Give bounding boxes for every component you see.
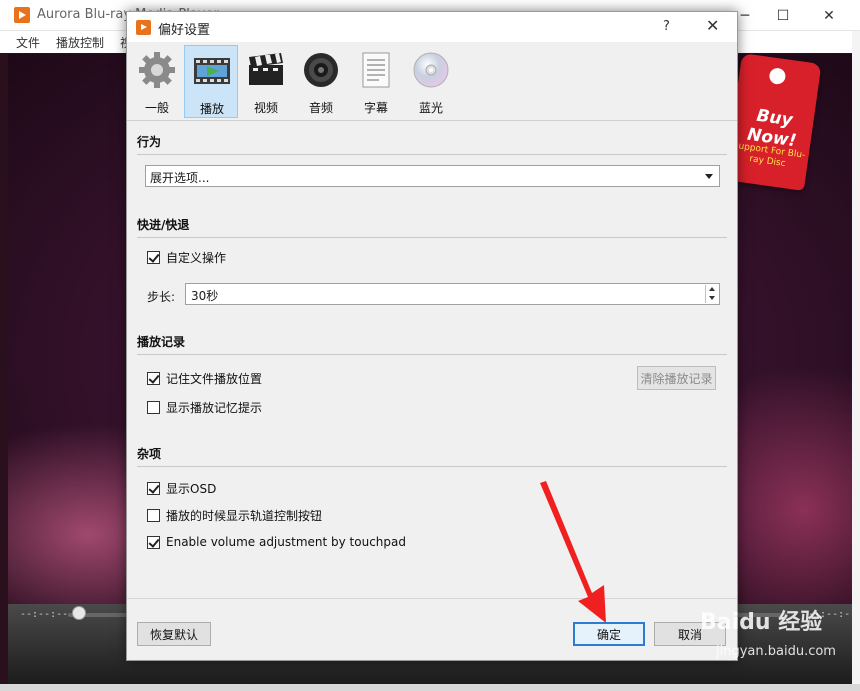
ok-button[interactable]: 确定 xyxy=(573,622,645,646)
show-hint-checkbox-row[interactable]: 显示播放记忆提示 xyxy=(147,398,262,416)
dialog-app-icon xyxy=(136,20,151,35)
checkbox-label: 显示播放记忆提示 xyxy=(166,400,263,415)
preferences-dialog: 偏好设置 ? ✕ 一般 播放 视频 音频 字幕 蓝光 行为 展开选项... 快进… xyxy=(126,11,738,661)
tab-bluray[interactable]: 蓝光 xyxy=(404,45,458,118)
taskbar-strip xyxy=(0,684,860,691)
section-divider xyxy=(137,466,727,467)
menu-file[interactable]: 文件 xyxy=(16,34,40,51)
section-heading-seek: 快进/快退 xyxy=(137,218,190,232)
dialog-title: 偏好设置 xyxy=(158,23,211,38)
track-controls-checkbox[interactable] xyxy=(147,508,160,522)
disc-icon xyxy=(413,52,449,88)
tab-label: 一般 xyxy=(144,101,169,115)
tag-hole xyxy=(768,67,787,86)
app-logo-icon xyxy=(14,7,30,23)
stepper-buttons[interactable] xyxy=(705,285,718,303)
tab-label: 音频 xyxy=(308,101,333,115)
tab-label: 字幕 xyxy=(363,101,388,115)
checkbox-label: Enable volume adjustment by touchpad xyxy=(166,535,406,549)
checkbox-label: 记住文件播放位置 xyxy=(166,371,263,386)
clear-history-button[interactable]: 清除播放记录 xyxy=(637,366,716,390)
speaker-icon xyxy=(304,53,338,87)
touchpad-volume-checkbox-row[interactable]: Enable volume adjustment by touchpad xyxy=(147,533,406,551)
total-time: --:--:-- xyxy=(808,609,851,631)
tab-general[interactable]: 一般 xyxy=(130,45,184,118)
seek-knob[interactable] xyxy=(72,606,86,620)
remember-position-checkbox-row[interactable]: 记住文件播放位置 xyxy=(147,369,262,387)
cancel-button[interactable]: 取消 xyxy=(654,622,726,646)
chevron-up-icon[interactable] xyxy=(709,287,715,291)
elapsed-time: --:--:-- xyxy=(20,609,69,620)
custom-operation-checkbox-row[interactable]: 自定义操作 xyxy=(147,248,226,266)
checkbox-label: 显示OSD xyxy=(166,481,217,496)
tab-subtitles[interactable]: 字幕 xyxy=(349,45,403,118)
clapperboard-icon xyxy=(249,53,283,85)
tab-video[interactable]: 视频 xyxy=(239,45,293,118)
reset-defaults-button[interactable]: 恢复默认 xyxy=(137,622,211,646)
section-heading-history: 播放记录 xyxy=(137,335,186,349)
custom-operation-checkbox[interactable] xyxy=(147,250,160,264)
tab-playback[interactable]: 播放 xyxy=(184,45,238,118)
dialog-footer: 恢复默认 确定 取消 xyxy=(127,598,737,660)
remember-position-checkbox[interactable] xyxy=(147,371,160,385)
gear-icon xyxy=(139,52,175,88)
close-button[interactable]: ✕ xyxy=(806,0,852,31)
document-icon xyxy=(362,52,390,88)
tab-label: 视频 xyxy=(253,101,278,115)
section-heading-behavior: 行为 xyxy=(137,135,162,149)
checkbox-label: 自定义操作 xyxy=(166,250,227,265)
tab-label: 播放 xyxy=(199,102,224,116)
section-divider xyxy=(137,154,727,155)
settings-content: 行为 展开选项... 快进/快退 自定义操作 步长: 30秒 播放记录 记住文件… xyxy=(127,120,737,598)
tab-label: 蓝光 xyxy=(418,101,443,115)
film-play-icon xyxy=(194,58,230,84)
section-divider xyxy=(137,237,727,238)
chevron-down-icon[interactable] xyxy=(709,296,715,300)
show-hint-checkbox[interactable] xyxy=(147,400,160,414)
chevron-down-icon xyxy=(705,174,713,179)
menu-playback[interactable]: 播放控制 xyxy=(56,34,104,51)
touchpad-volume-checkbox[interactable] xyxy=(147,535,160,549)
step-label: 步长: xyxy=(147,290,176,304)
checkbox-label: 播放的时候显示轨道控制按钮 xyxy=(166,508,323,523)
section-heading-misc: 杂项 xyxy=(137,447,162,461)
category-toolbar: 一般 播放 视频 音频 字幕 蓝光 xyxy=(127,42,737,120)
maximize-button[interactable]: ☐ xyxy=(760,0,806,31)
tab-audio[interactable]: 音频 xyxy=(294,45,348,118)
show-osd-checkbox[interactable] xyxy=(147,481,160,495)
background-window-edge xyxy=(852,31,860,691)
step-stepper[interactable]: 30秒 xyxy=(185,283,720,305)
dialog-titlebar: 偏好设置 ? ✕ xyxy=(127,12,737,42)
show-osd-checkbox-row[interactable]: 显示OSD xyxy=(147,479,216,497)
behavior-dropdown[interactable]: 展开选项... xyxy=(145,165,720,187)
step-value: 30秒 xyxy=(191,289,219,303)
dialog-close-button[interactable]: ✕ xyxy=(706,16,719,35)
track-controls-checkbox-row[interactable]: 播放的时候显示轨道控制按钮 xyxy=(147,506,322,524)
help-button[interactable]: ? xyxy=(663,19,670,34)
dropdown-value: 展开选项... xyxy=(150,171,210,185)
section-divider xyxy=(137,354,727,355)
